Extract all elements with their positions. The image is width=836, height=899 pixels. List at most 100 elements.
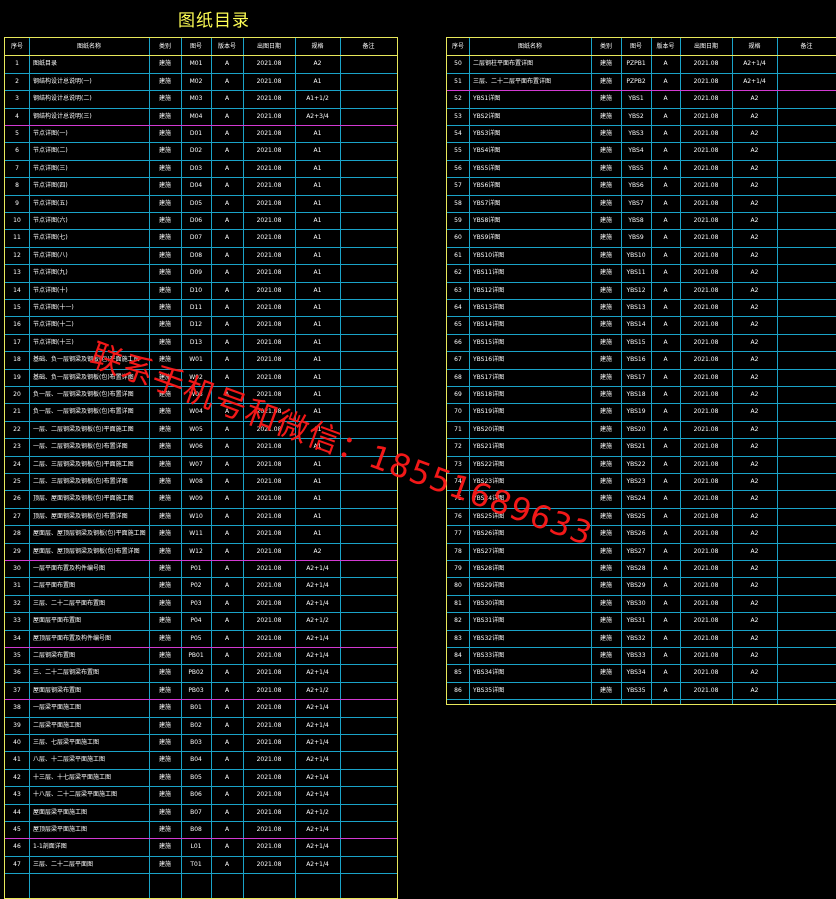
table-row: 59 YBS8详图 建施 YBS8 A 2021.08 A2	[447, 212, 836, 231]
table-row: 39 二层梁平面施工图 建施 B02 A 2021.08 A2+1/4	[5, 717, 397, 735]
cell-seq: 12	[13, 251, 21, 259]
cell-seq: 3	[15, 95, 19, 103]
cell-category: 建施	[599, 251, 612, 259]
cell-seq: 72	[454, 443, 462, 451]
table-row: 46 1-1剖面详图 建施 L01 A 2021.08 A2+1/4	[5, 838, 397, 857]
cell-seq: 2	[15, 77, 19, 85]
table-row: 66 YBS15详图 建施 YBS15 A 2021.08 A2	[447, 334, 836, 353]
cell-drawing-no: YBS21	[626, 443, 646, 451]
cell-version: A	[663, 130, 668, 137]
cell-version: A	[224, 77, 230, 85]
header-name: 图纸名称	[76, 43, 101, 50]
cell-drawing-no: W06	[189, 443, 203, 451]
cell-size: A2+1/4	[306, 721, 329, 729]
cell-remarks	[777, 247, 836, 264]
cell-date: 2021.08	[256, 530, 282, 538]
cell-drawing-no: YBS18	[626, 391, 646, 398]
cell-size: A1	[313, 530, 322, 538]
cell-drawing-no: W05	[189, 425, 203, 433]
cell-seq: 38	[13, 704, 21, 712]
cell-version: A	[224, 617, 230, 625]
cell-date: 2021.08	[256, 739, 282, 746]
cell-remarks	[777, 108, 836, 125]
table-row: 12 节点详图(八) 建施 D08 A 2021.08 A1	[5, 247, 397, 266]
table-row: 63 YBS12详图 建施 YBS12 A 2021.08 A2	[447, 282, 836, 300]
header-name: 图纸名称	[517, 43, 542, 50]
cell-version: A	[663, 669, 668, 677]
cell-drawing-no: D03	[189, 164, 203, 172]
cell-drawing-no: PB01	[188, 652, 204, 659]
cell-category: 建施	[599, 495, 612, 503]
cell-size: A2	[750, 147, 759, 155]
table-row: 43 十八层、二十二层梁平面施工图 建施 B06 A 2021.08 A2+1/4	[5, 786, 397, 805]
cell-category: 建施	[158, 443, 171, 451]
cell-size: A1	[313, 199, 322, 207]
cell-name: YBS1详图	[473, 95, 501, 103]
cell-category: 建施	[158, 565, 171, 572]
cell-version: A	[224, 321, 230, 329]
cell-name: YBS18详图	[473, 391, 505, 398]
cell-size: A1	[313, 478, 322, 485]
cell-name: YBS16详图	[473, 356, 505, 364]
table-row: 84 YBS33详图 建施 YBS33 A 2021.08 A2	[447, 647, 836, 666]
cell-drawing-no: YBS33	[626, 652, 646, 659]
cell-version: A	[663, 425, 668, 433]
cell-category: 建施	[599, 582, 612, 590]
cell-seq: 86	[454, 686, 462, 694]
cell-drawing-no: YBS12	[626, 286, 646, 294]
cell-date: 2021.08	[256, 95, 282, 103]
cell-version: A	[663, 217, 668, 224]
cell-name: 屋顶层平面布置及构件编号图	[33, 634, 112, 642]
cell-size: A2	[750, 373, 759, 381]
cell-size: A1	[313, 338, 322, 346]
cell-size: A2+1/4	[306, 826, 329, 833]
cell-name: 节点详图(九)	[33, 269, 68, 277]
cell-date: 2021.08	[256, 704, 282, 712]
cell-remarks	[340, 543, 397, 560]
cell-remarks	[340, 647, 397, 664]
cell-remarks	[340, 282, 397, 299]
cell-version: A	[663, 112, 668, 120]
cell-date: 2021.08	[256, 599, 282, 607]
cell-drawing-no: M02	[189, 77, 203, 85]
drawing-list-table-right: 序号 图纸名称 类别 图号 版本号 出图日期 规格 备注 50 二层钢柱平面布置详图 建施 PZPB1…	[446, 37, 836, 705]
cell-name: YBS19详图	[473, 408, 505, 416]
cell-seq: 62	[454, 269, 462, 277]
cell-name: 节点详图(三)	[33, 164, 68, 172]
cell-version: A	[663, 408, 668, 416]
cell-version: A	[224, 251, 230, 259]
cell-remarks	[777, 525, 836, 542]
cell-size: A2	[750, 547, 759, 555]
table-row: 71 YBS20详图 建施 YBS20 A 2021.08 A2	[447, 421, 836, 440]
cell-category: 建施	[599, 425, 612, 433]
cell-date: 2021.08	[693, 182, 719, 190]
table-row: 32 三层、二十二层平面布置图 建施 P03 A 2021.08 A2+1/4	[5, 595, 397, 614]
cell-name: 屋面层梁平面施工图	[33, 808, 88, 816]
cell-seq: 71	[454, 425, 462, 433]
cell-category: 建施	[599, 77, 612, 85]
cell-size: A2	[750, 304, 759, 311]
cell-drawing-no: YBS16	[626, 356, 646, 364]
cell-drawing-no: B02	[190, 721, 202, 729]
table-row: 73 YBS22详图 建施 YBS22 A 2021.08 A2	[447, 456, 836, 474]
cell-remarks	[777, 334, 836, 351]
cell-drawing-no: D01	[189, 130, 203, 137]
cell-remarks	[777, 229, 836, 246]
cell-name: 二层钢梁布置图	[33, 652, 76, 659]
cell-seq: 30	[13, 565, 21, 572]
cell-size: A2+1/4	[743, 60, 766, 68]
cell-category: 建施	[599, 147, 612, 155]
cell-date: 2021.08	[693, 686, 719, 694]
cell-name: 节点详图(四)	[33, 182, 68, 190]
cell-seq: 28	[13, 530, 21, 538]
cell-remarks	[777, 577, 836, 594]
cell-date: 2021.08	[256, 843, 282, 851]
cell-seq: 55	[454, 147, 462, 155]
cell-remarks	[777, 55, 836, 72]
cell-category: 建施	[599, 391, 612, 398]
cell-seq: 58	[454, 199, 462, 207]
table-row: 6 节点详图(二) 建施 D02 A 2021.08 A1	[5, 142, 397, 161]
cell-drawing-no: L01	[190, 843, 202, 851]
cell-category: 建施	[158, 269, 171, 277]
cell-version: A	[224, 95, 230, 103]
